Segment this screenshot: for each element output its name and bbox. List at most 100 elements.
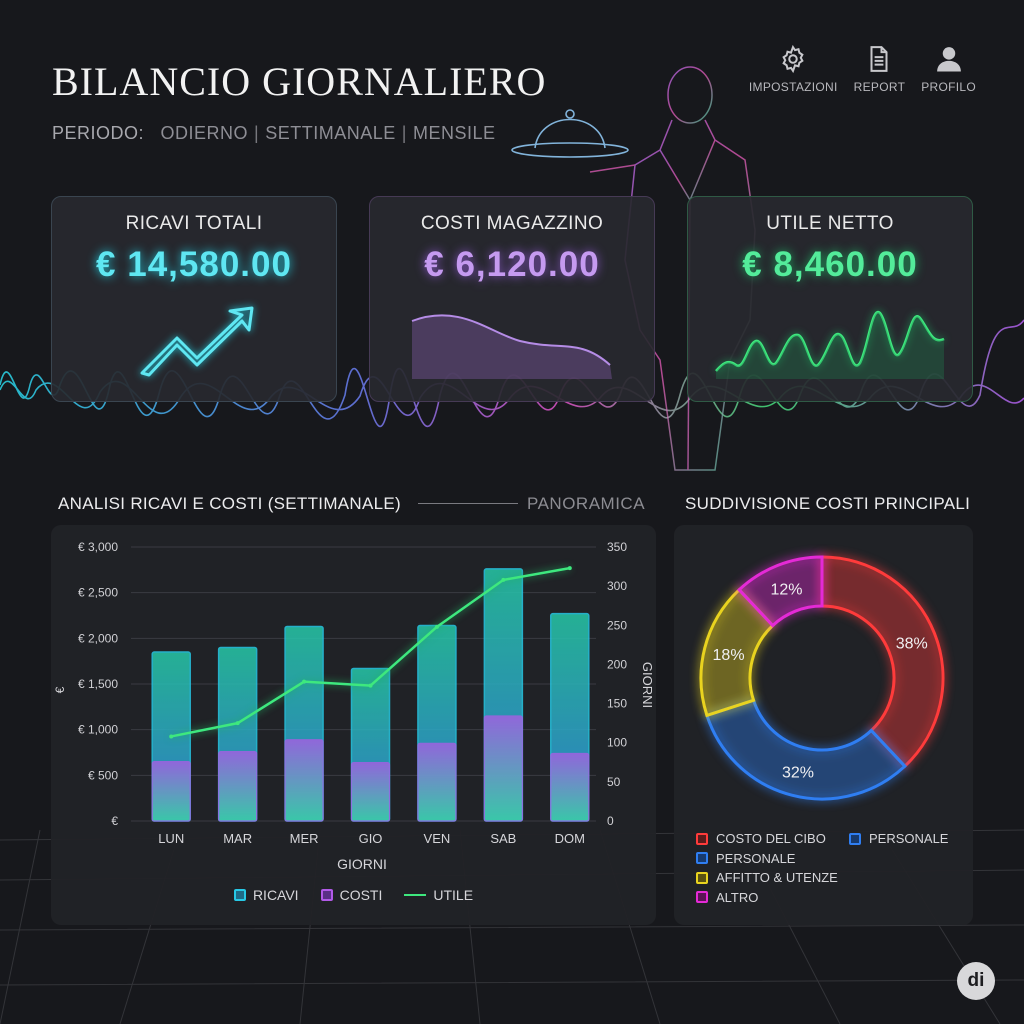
y-tick-label: € 3,000 bbox=[78, 540, 118, 554]
legend-item-ricavi[interactable]: RICAVI bbox=[233, 887, 299, 903]
y-tick-label: € 1,000 bbox=[78, 723, 118, 737]
donut-slice[interactable] bbox=[705, 698, 907, 801]
period-option-mensile[interactable]: MENSILE bbox=[413, 123, 496, 143]
settings-button[interactable]: IMPOSTAZIONI bbox=[749, 44, 838, 94]
donut-slice[interactable] bbox=[820, 555, 945, 769]
legend-label: AFFITTO & UTENZE bbox=[716, 870, 838, 886]
y2-tick-label: 0 bbox=[607, 814, 614, 828]
legend-item-costi[interactable]: COSTI bbox=[320, 887, 383, 903]
panoramica-tab[interactable]: PANORAMICA bbox=[527, 494, 645, 514]
legend-line-swatch bbox=[404, 894, 427, 896]
kpi-value: € 8,460.00 bbox=[742, 245, 918, 284]
bar-costi[interactable] bbox=[151, 761, 191, 822]
legend-label: UTILE bbox=[433, 887, 474, 903]
donut-slice-label: 38% bbox=[896, 635, 928, 652]
donut-slice-label: 32% bbox=[782, 764, 814, 781]
utile-point[interactable] bbox=[302, 679, 307, 684]
period-label: PERIODO: bbox=[52, 123, 145, 143]
kpi-title: RICAVI TOTALI bbox=[125, 213, 263, 234]
y2-axis-label: GIORNI bbox=[640, 662, 655, 708]
x-tick-label: GIO bbox=[359, 831, 383, 846]
period-separator: | bbox=[254, 123, 260, 143]
x-tick-label: MER bbox=[290, 831, 319, 846]
donut-legend: COSTO DEL CIBO PERSONALE AFFITTO & UTENZ… bbox=[696, 829, 838, 907]
legend-label: COSTI bbox=[339, 887, 383, 903]
y2-tick-label: 350 bbox=[607, 540, 627, 554]
bar-costi[interactable] bbox=[284, 739, 324, 822]
wave-line-icon bbox=[715, 310, 945, 379]
period-selector: PERIODO: ODIERNO | SETTIMANALE | MENSILE bbox=[52, 123, 495, 144]
top-toolbar: IMPOSTAZIONI REPORT PROFILO bbox=[749, 44, 976, 94]
bar-chart-legend: RICAVI COSTI UTILE bbox=[51, 887, 656, 903]
bar-chart-title: ANALISI RICAVI E COSTI (SETTIMANALE) bbox=[58, 494, 401, 513]
kpi-title: UTILE NETTO bbox=[766, 213, 894, 234]
x-tick-label: SAB bbox=[490, 831, 516, 846]
settings-label: IMPOSTAZIONI bbox=[748, 80, 838, 94]
legend-swatch bbox=[849, 832, 861, 845]
legend-swatch bbox=[696, 871, 708, 884]
utile-point[interactable] bbox=[169, 734, 174, 739]
x-tick-label: VEN bbox=[424, 831, 451, 846]
donut-chart-panel: 38% 32% 18% 12% COSTO DEL CIBO PERSONALE AF… bbox=[674, 525, 973, 925]
period-option-settimanale[interactable]: SETTIMANALE bbox=[265, 123, 396, 143]
utile-point[interactable] bbox=[434, 624, 439, 629]
serving-cloche-decoration bbox=[511, 109, 629, 158]
page-title: BILANCIO GIORNALIERO bbox=[52, 59, 547, 104]
donut-slice-label: 18% bbox=[713, 647, 745, 664]
kpi-title: COSTI MAGAZZINO bbox=[420, 213, 604, 234]
y2-tick-label: 300 bbox=[607, 579, 627, 593]
donut-chart: 38% 32% 18% 12% bbox=[699, 555, 945, 801]
bar-costi[interactable] bbox=[218, 750, 258, 822]
donut-chart-title: SUDDIVISIONE COSTI PRINCIPALI bbox=[685, 494, 971, 513]
y-tick-label: € 500 bbox=[88, 768, 118, 782]
utile-point[interactable] bbox=[567, 566, 572, 571]
y-axis-label: € bbox=[53, 686, 67, 693]
profile-button[interactable]: PROFILO bbox=[921, 44, 976, 94]
legend-swatch bbox=[696, 832, 708, 845]
legend-swatch bbox=[320, 889, 333, 901]
bar-costi[interactable] bbox=[417, 742, 457, 822]
utile-point[interactable] bbox=[235, 721, 240, 726]
x-tick-label: MAR bbox=[223, 831, 252, 846]
legend-swatch bbox=[696, 852, 708, 865]
y2-tick-label: 50 bbox=[607, 775, 621, 789]
donut-legend-extra: PERSONALE bbox=[849, 829, 948, 849]
kpi-value: € 6,120.00 bbox=[424, 245, 600, 284]
legend-label: ALTRO bbox=[716, 889, 759, 905]
y-tick-label: € 1,500 bbox=[78, 677, 118, 691]
x-tick-label: DOM bbox=[555, 831, 585, 846]
report-button[interactable]: REPORT bbox=[854, 44, 906, 94]
user-icon bbox=[936, 47, 961, 72]
bar-costi[interactable] bbox=[483, 715, 523, 822]
document-icon bbox=[870, 46, 888, 72]
period-separator: | bbox=[401, 123, 407, 143]
y-tick-label: € 2,500 bbox=[78, 586, 118, 600]
legend-label: COSTO DEL CIBO bbox=[716, 831, 826, 847]
legend-item-personale-extra[interactable]: PERSONALE bbox=[849, 829, 948, 849]
y2-tick-label: 100 bbox=[607, 736, 627, 750]
y-tick-label: € 2,000 bbox=[78, 631, 118, 645]
kpi-value: € 14,580.00 bbox=[96, 245, 292, 284]
kpi-card-costi: COSTI MAGAZZINO € 6,120.00 bbox=[369, 196, 655, 402]
utile-point[interactable] bbox=[501, 577, 506, 582]
bar-costi[interactable] bbox=[550, 752, 590, 822]
period-option-odierno[interactable]: ODIERNO bbox=[161, 123, 249, 143]
legend-item-altro[interactable]: ALTRO bbox=[696, 888, 838, 908]
declining-area-icon bbox=[411, 314, 612, 379]
kpi-card-utile: UTILE NETTO € 8,460.00 bbox=[687, 196, 973, 402]
legend-item-personale[interactable]: PERSONALE bbox=[696, 849, 838, 869]
utile-point[interactable] bbox=[368, 683, 373, 688]
y2-tick-label: 250 bbox=[607, 618, 627, 632]
trend-up-arrow-icon bbox=[140, 306, 254, 377]
y-tick-label: € bbox=[111, 814, 118, 828]
profile-label: PROFILO bbox=[921, 80, 976, 94]
legend-label: PERSONALE bbox=[869, 831, 949, 847]
bar-chart-panel: € € 500 € 1,000 € 1,500 € 2,000 € 2,500 € 3,00… bbox=[51, 525, 656, 925]
legend-swatch bbox=[696, 891, 708, 904]
legend-item-affitto-utenze[interactable]: AFFITTO & UTENZE bbox=[696, 868, 838, 888]
legend-item-costo-cibo[interactable]: COSTO DEL CIBO bbox=[696, 829, 838, 849]
legend-item-utile[interactable]: UTILE bbox=[404, 887, 473, 903]
bar-costi[interactable] bbox=[350, 761, 391, 822]
x-axis-label: GIORNI bbox=[337, 856, 387, 872]
legend-swatch bbox=[233, 889, 246, 901]
